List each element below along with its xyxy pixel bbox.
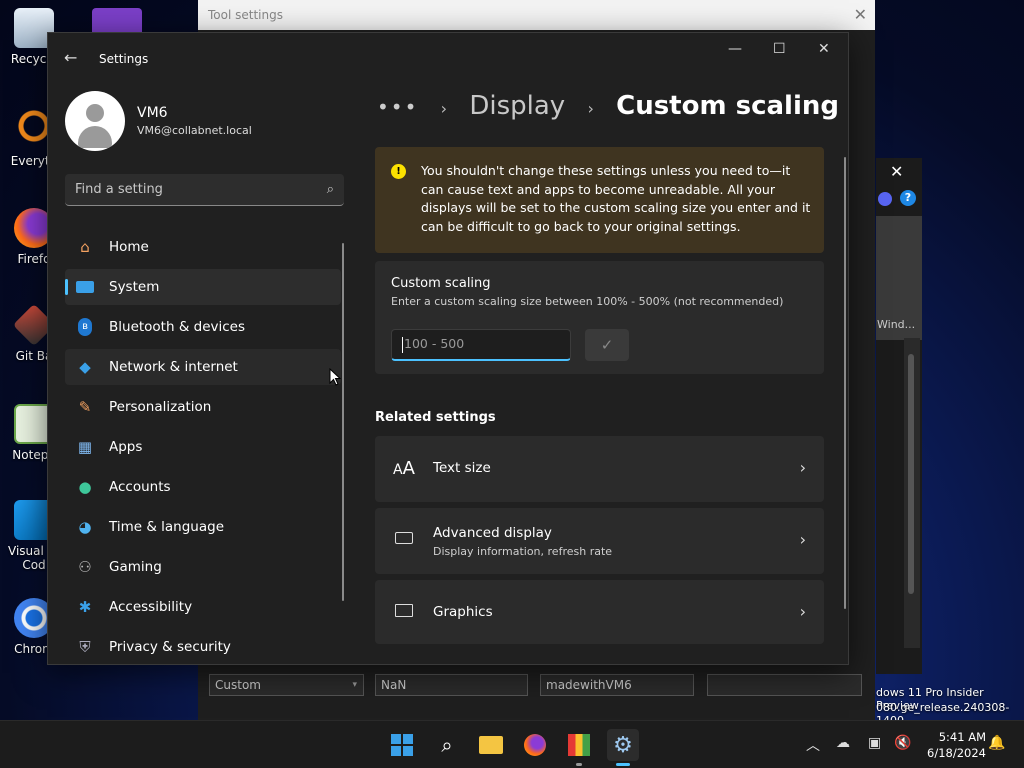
chart-app-icon[interactable] xyxy=(563,729,595,761)
globe-icon: ◕ xyxy=(78,518,92,536)
gear-icon: ⚙ xyxy=(613,732,633,758)
graphics-card-icon xyxy=(393,602,415,624)
file-explorer-icon[interactable] xyxy=(475,729,507,761)
clock[interactable]: 5:41 AM 6/18/2024 xyxy=(916,729,986,761)
windows-logo-icon xyxy=(391,734,413,756)
brush-icon: ✎ xyxy=(78,398,92,416)
running-app-indicator xyxy=(576,763,582,766)
taskbar: ⌕ ⚙ ︿ ☁ ▣ 🔇 5:41 AM 6/18/2024 🔔 xyxy=(0,720,1024,768)
nav-item-accounts[interactable]: ● Accounts xyxy=(65,469,341,505)
nav-item-time-language[interactable]: ◕ Time & language xyxy=(65,509,341,545)
settings-taskbar-icon[interactable]: ⚙ xyxy=(607,729,639,761)
active-app-indicator xyxy=(616,763,630,766)
chevron-right-icon: › xyxy=(440,99,448,118)
nav-item-system[interactable]: System xyxy=(65,269,341,305)
breadcrumb-ellipsis[interactable]: ••• xyxy=(377,95,418,119)
search-icon[interactable]: ⌕ xyxy=(431,729,463,761)
scaling-mode-select[interactable]: Custom ▾ xyxy=(209,674,364,696)
chevron-right-icon: › xyxy=(799,602,806,621)
shield-icon: ⛨ xyxy=(79,638,91,656)
apply-button[interactable]: ✓ xyxy=(585,329,629,361)
scrollbar[interactable] xyxy=(904,338,920,648)
bluetooth-icon: ʙ xyxy=(76,318,94,336)
nav-item-bluetooth[interactable]: ʙ Bluetooth & devices xyxy=(65,309,341,345)
nav-item-gaming[interactable]: ⚇ Gaming xyxy=(65,549,341,585)
side-panel-window: ✕ ? Wind... xyxy=(876,158,922,674)
accessibility-icon: ✱ xyxy=(78,598,92,616)
search-icon: ⌕ xyxy=(326,182,334,197)
close-icon[interactable]: ✕ xyxy=(854,0,867,30)
chevron-right-icon: › xyxy=(799,530,806,549)
related-advanced-display[interactable]: Advanced display Display information, re… xyxy=(375,508,824,574)
gamepad-icon: ⚇ xyxy=(78,558,92,576)
cloud-offline-icon[interactable]: ☁ xyxy=(836,735,850,751)
accounts-icon: ● xyxy=(78,478,92,496)
breadcrumb-display[interactable]: Display xyxy=(469,91,565,121)
warning-banner: ! You shouldn't change these settings un… xyxy=(375,147,824,253)
nav-item-network[interactable]: ◆ Network & internet xyxy=(65,349,341,385)
back-arrow-icon[interactable]: ← xyxy=(64,48,77,67)
maximize-icon[interactable]: ☐ xyxy=(773,41,786,57)
value-field[interactable]: NaN xyxy=(375,674,528,696)
discord-icon[interactable] xyxy=(878,192,892,206)
chevron-down-icon: ▾ xyxy=(352,680,357,690)
close-icon[interactable]: ✕ xyxy=(818,41,830,57)
system-icon xyxy=(76,278,94,296)
nav-item-accessibility[interactable]: ✱ Accessibility xyxy=(65,589,341,625)
nav-item-personalization[interactable]: ✎ Personalization xyxy=(65,389,341,425)
nav-scrollbar[interactable] xyxy=(342,243,344,601)
apps-icon: ▦ xyxy=(77,438,93,456)
monitor-icon xyxy=(393,530,415,552)
chevron-up-icon[interactable]: ︿ xyxy=(806,735,820,755)
empty-field[interactable] xyxy=(707,674,862,696)
firefox-icon[interactable] xyxy=(519,729,551,761)
related-text-size[interactable]: AA Text size › xyxy=(375,436,824,502)
breadcrumb: ••• › Display › Custom scaling xyxy=(377,91,839,121)
mouse-cursor-icon xyxy=(329,368,341,386)
custom-scaling-card: Custom scaling Enter a custom scaling si… xyxy=(375,261,824,374)
text-size-icon: AA xyxy=(393,458,415,479)
nav-item-privacy[interactable]: ⛨ Privacy & security xyxy=(65,629,341,665)
user-email: VM6@collabnet.local xyxy=(137,124,252,137)
minimize-icon[interactable]: — xyxy=(728,41,742,57)
help-icon[interactable]: ? xyxy=(900,190,916,206)
nav-item-apps[interactable]: ▦ Apps xyxy=(65,429,341,465)
notification-bell-icon[interactable]: 🔔 xyxy=(988,735,1005,751)
custom-scaling-input[interactable]: 100 - 500 xyxy=(391,329,571,361)
close-icon[interactable]: ✕ xyxy=(890,162,903,181)
nav-item-home[interactable]: ⌂ Home xyxy=(65,229,341,265)
related-settings-heading: Related settings xyxy=(375,410,496,425)
user-name: VM6 xyxy=(137,105,168,121)
window-title: Settings xyxy=(99,52,149,66)
scrollbar-thumb[interactable] xyxy=(908,354,914,594)
page-title: Custom scaling xyxy=(616,91,839,121)
name-field[interactable]: madewithVM6 xyxy=(540,674,694,696)
settings-window: ← Settings — ☐ ✕ VM6 VM6@collabnet.local… xyxy=(47,32,849,665)
start-button[interactable] xyxy=(386,729,418,761)
search-input[interactable]: Find a setting ⌕ xyxy=(65,174,344,206)
home-icon: ⌂ xyxy=(80,238,90,256)
chevron-right-icon: › xyxy=(587,99,594,118)
content-scrollbar[interactable] xyxy=(844,157,846,609)
checkmark-icon: ✓ xyxy=(600,336,614,354)
network-icon[interactable]: ▣ xyxy=(868,735,881,751)
warning-icon: ! xyxy=(391,164,406,179)
tool-settings-titlebar: Tool settings ✕ xyxy=(198,0,875,30)
network-icon: ◆ xyxy=(79,358,91,376)
volume-muted-icon[interactable]: 🔇 xyxy=(894,735,911,751)
related-graphics[interactable]: Graphics › xyxy=(375,580,824,644)
chevron-right-icon: › xyxy=(799,458,806,477)
avatar[interactable] xyxy=(65,91,125,151)
